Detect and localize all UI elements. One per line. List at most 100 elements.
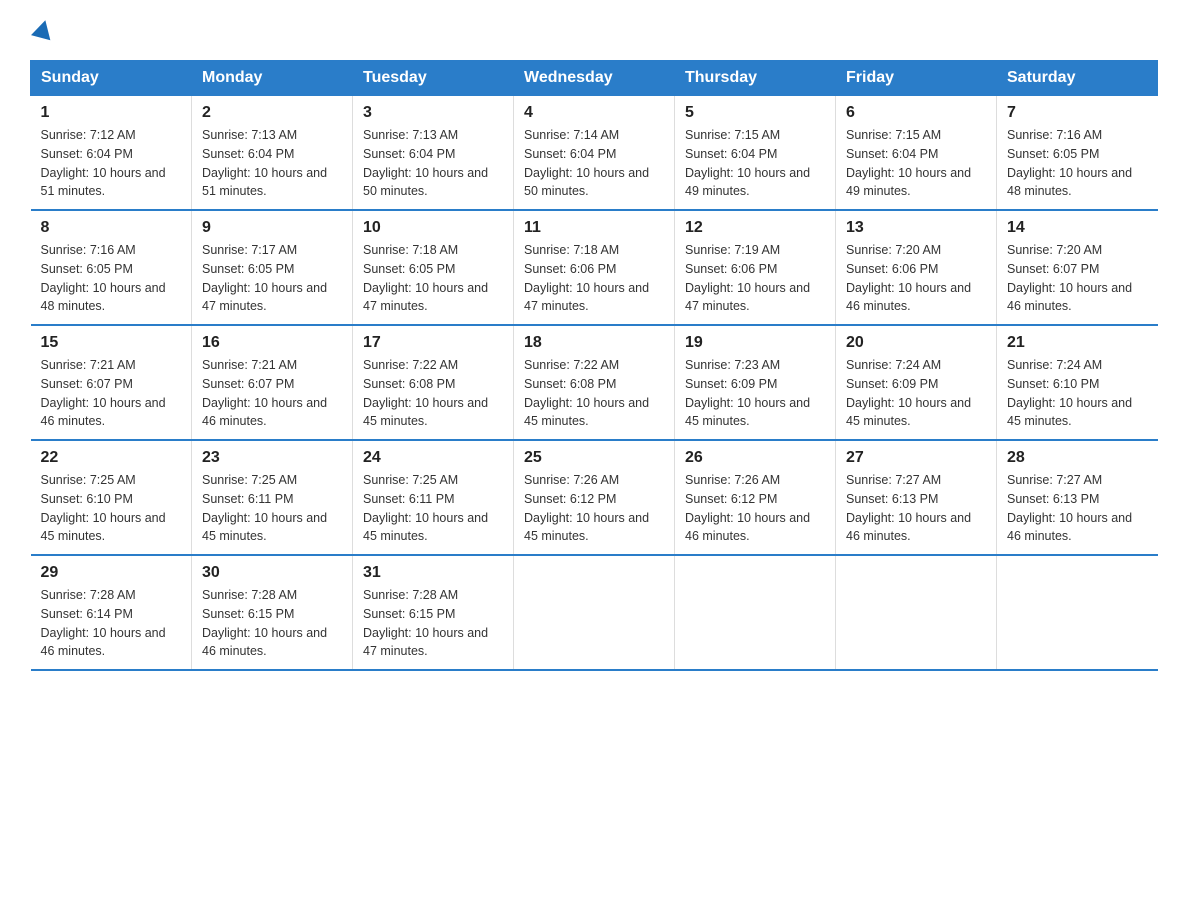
logo-triangle-icon xyxy=(31,18,55,41)
calendar-day-cell: 26 Sunrise: 7:26 AM Sunset: 6:12 PM Dayl… xyxy=(675,440,836,555)
calendar-day-cell: 23 Sunrise: 7:25 AM Sunset: 6:11 PM Dayl… xyxy=(192,440,353,555)
calendar-day-cell: 7 Sunrise: 7:16 AM Sunset: 6:05 PM Dayli… xyxy=(997,96,1158,211)
calendar-week-row: 1 Sunrise: 7:12 AM Sunset: 6:04 PM Dayli… xyxy=(31,96,1158,211)
calendar-day-cell xyxy=(514,555,675,670)
day-info: Sunrise: 7:27 AM Sunset: 6:13 PM Dayligh… xyxy=(846,471,986,546)
day-info: Sunrise: 7:21 AM Sunset: 6:07 PM Dayligh… xyxy=(202,356,342,431)
calendar-day-cell: 6 Sunrise: 7:15 AM Sunset: 6:04 PM Dayli… xyxy=(836,96,997,211)
day-number: 6 xyxy=(846,104,986,122)
day-number: 13 xyxy=(846,219,986,237)
calendar-day-cell: 19 Sunrise: 7:23 AM Sunset: 6:09 PM Dayl… xyxy=(675,325,836,440)
calendar-day-cell: 28 Sunrise: 7:27 AM Sunset: 6:13 PM Dayl… xyxy=(997,440,1158,555)
day-number: 2 xyxy=(202,104,342,122)
calendar-day-cell xyxy=(836,555,997,670)
day-info: Sunrise: 7:24 AM Sunset: 6:09 PM Dayligh… xyxy=(846,356,986,431)
calendar-table: SundayMondayTuesdayWednesdayThursdayFrid… xyxy=(30,60,1158,671)
day-info: Sunrise: 7:15 AM Sunset: 6:04 PM Dayligh… xyxy=(846,126,986,201)
calendar-week-row: 8 Sunrise: 7:16 AM Sunset: 6:05 PM Dayli… xyxy=(31,210,1158,325)
day-info: Sunrise: 7:12 AM Sunset: 6:04 PM Dayligh… xyxy=(41,126,182,201)
day-number: 15 xyxy=(41,334,182,352)
calendar-day-cell: 8 Sunrise: 7:16 AM Sunset: 6:05 PM Dayli… xyxy=(31,210,192,325)
day-number: 21 xyxy=(1007,334,1148,352)
calendar-day-cell: 21 Sunrise: 7:24 AM Sunset: 6:10 PM Dayl… xyxy=(997,325,1158,440)
day-number: 8 xyxy=(41,219,182,237)
day-info: Sunrise: 7:28 AM Sunset: 6:15 PM Dayligh… xyxy=(363,586,503,661)
calendar-day-cell: 4 Sunrise: 7:14 AM Sunset: 6:04 PM Dayli… xyxy=(514,96,675,211)
calendar-header-thursday: Thursday xyxy=(675,61,836,96)
day-info: Sunrise: 7:14 AM Sunset: 6:04 PM Dayligh… xyxy=(524,126,664,201)
calendar-day-cell: 2 Sunrise: 7:13 AM Sunset: 6:04 PM Dayli… xyxy=(192,96,353,211)
calendar-day-cell xyxy=(997,555,1158,670)
page-header xyxy=(30,20,1158,40)
calendar-day-cell: 11 Sunrise: 7:18 AM Sunset: 6:06 PM Dayl… xyxy=(514,210,675,325)
day-info: Sunrise: 7:25 AM Sunset: 6:10 PM Dayligh… xyxy=(41,471,182,546)
day-number: 31 xyxy=(363,564,503,582)
day-info: Sunrise: 7:26 AM Sunset: 6:12 PM Dayligh… xyxy=(524,471,664,546)
calendar-day-cell: 3 Sunrise: 7:13 AM Sunset: 6:04 PM Dayli… xyxy=(353,96,514,211)
calendar-day-cell: 18 Sunrise: 7:22 AM Sunset: 6:08 PM Dayl… xyxy=(514,325,675,440)
day-number: 9 xyxy=(202,219,342,237)
day-number: 30 xyxy=(202,564,342,582)
day-number: 23 xyxy=(202,449,342,467)
day-number: 7 xyxy=(1007,104,1148,122)
day-number: 24 xyxy=(363,449,503,467)
day-info: Sunrise: 7:22 AM Sunset: 6:08 PM Dayligh… xyxy=(363,356,503,431)
day-info: Sunrise: 7:13 AM Sunset: 6:04 PM Dayligh… xyxy=(363,126,503,201)
day-number: 14 xyxy=(1007,219,1148,237)
day-info: Sunrise: 7:27 AM Sunset: 6:13 PM Dayligh… xyxy=(1007,471,1148,546)
calendar-day-cell: 29 Sunrise: 7:28 AM Sunset: 6:14 PM Dayl… xyxy=(31,555,192,670)
calendar-day-cell: 9 Sunrise: 7:17 AM Sunset: 6:05 PM Dayli… xyxy=(192,210,353,325)
day-info: Sunrise: 7:16 AM Sunset: 6:05 PM Dayligh… xyxy=(1007,126,1148,201)
day-number: 16 xyxy=(202,334,342,352)
calendar-day-cell: 15 Sunrise: 7:21 AM Sunset: 6:07 PM Dayl… xyxy=(31,325,192,440)
day-number: 4 xyxy=(524,104,664,122)
day-info: Sunrise: 7:26 AM Sunset: 6:12 PM Dayligh… xyxy=(685,471,825,546)
calendar-header-monday: Monday xyxy=(192,61,353,96)
calendar-day-cell: 27 Sunrise: 7:27 AM Sunset: 6:13 PM Dayl… xyxy=(836,440,997,555)
day-info: Sunrise: 7:15 AM Sunset: 6:04 PM Dayligh… xyxy=(685,126,825,201)
day-info: Sunrise: 7:20 AM Sunset: 6:07 PM Dayligh… xyxy=(1007,241,1148,316)
calendar-day-cell: 1 Sunrise: 7:12 AM Sunset: 6:04 PM Dayli… xyxy=(31,96,192,211)
day-info: Sunrise: 7:25 AM Sunset: 6:11 PM Dayligh… xyxy=(202,471,342,546)
day-info: Sunrise: 7:21 AM Sunset: 6:07 PM Dayligh… xyxy=(41,356,182,431)
day-info: Sunrise: 7:18 AM Sunset: 6:06 PM Dayligh… xyxy=(524,241,664,316)
calendar-day-cell: 14 Sunrise: 7:20 AM Sunset: 6:07 PM Dayl… xyxy=(997,210,1158,325)
day-number: 28 xyxy=(1007,449,1148,467)
day-info: Sunrise: 7:28 AM Sunset: 6:15 PM Dayligh… xyxy=(202,586,342,661)
day-number: 27 xyxy=(846,449,986,467)
day-number: 26 xyxy=(685,449,825,467)
calendar-day-cell: 20 Sunrise: 7:24 AM Sunset: 6:09 PM Dayl… xyxy=(836,325,997,440)
day-info: Sunrise: 7:17 AM Sunset: 6:05 PM Dayligh… xyxy=(202,241,342,316)
day-number: 25 xyxy=(524,449,664,467)
day-number: 18 xyxy=(524,334,664,352)
day-number: 1 xyxy=(41,104,182,122)
calendar-header-saturday: Saturday xyxy=(997,61,1158,96)
day-number: 11 xyxy=(524,219,664,237)
day-number: 29 xyxy=(41,564,182,582)
day-number: 22 xyxy=(41,449,182,467)
calendar-day-cell xyxy=(675,555,836,670)
day-number: 5 xyxy=(685,104,825,122)
calendar-day-cell: 17 Sunrise: 7:22 AM Sunset: 6:08 PM Dayl… xyxy=(353,325,514,440)
calendar-header-sunday: Sunday xyxy=(31,61,192,96)
calendar-header-tuesday: Tuesday xyxy=(353,61,514,96)
calendar-header-friday: Friday xyxy=(836,61,997,96)
calendar-day-cell: 12 Sunrise: 7:19 AM Sunset: 6:06 PM Dayl… xyxy=(675,210,836,325)
day-number: 3 xyxy=(363,104,503,122)
day-info: Sunrise: 7:23 AM Sunset: 6:09 PM Dayligh… xyxy=(685,356,825,431)
calendar-header-wednesday: Wednesday xyxy=(514,61,675,96)
calendar-week-row: 29 Sunrise: 7:28 AM Sunset: 6:14 PM Dayl… xyxy=(31,555,1158,670)
day-number: 20 xyxy=(846,334,986,352)
calendar-day-cell: 13 Sunrise: 7:20 AM Sunset: 6:06 PM Dayl… xyxy=(836,210,997,325)
calendar-day-cell: 25 Sunrise: 7:26 AM Sunset: 6:12 PM Dayl… xyxy=(514,440,675,555)
calendar-week-row: 22 Sunrise: 7:25 AM Sunset: 6:10 PM Dayl… xyxy=(31,440,1158,555)
day-info: Sunrise: 7:24 AM Sunset: 6:10 PM Dayligh… xyxy=(1007,356,1148,431)
calendar-day-cell: 24 Sunrise: 7:25 AM Sunset: 6:11 PM Dayl… xyxy=(353,440,514,555)
day-info: Sunrise: 7:19 AM Sunset: 6:06 PM Dayligh… xyxy=(685,241,825,316)
calendar-day-cell: 10 Sunrise: 7:18 AM Sunset: 6:05 PM Dayl… xyxy=(353,210,514,325)
day-info: Sunrise: 7:13 AM Sunset: 6:04 PM Dayligh… xyxy=(202,126,342,201)
calendar-day-cell: 31 Sunrise: 7:28 AM Sunset: 6:15 PM Dayl… xyxy=(353,555,514,670)
calendar-day-cell: 5 Sunrise: 7:15 AM Sunset: 6:04 PM Dayli… xyxy=(675,96,836,211)
day-info: Sunrise: 7:20 AM Sunset: 6:06 PM Dayligh… xyxy=(846,241,986,316)
day-number: 19 xyxy=(685,334,825,352)
